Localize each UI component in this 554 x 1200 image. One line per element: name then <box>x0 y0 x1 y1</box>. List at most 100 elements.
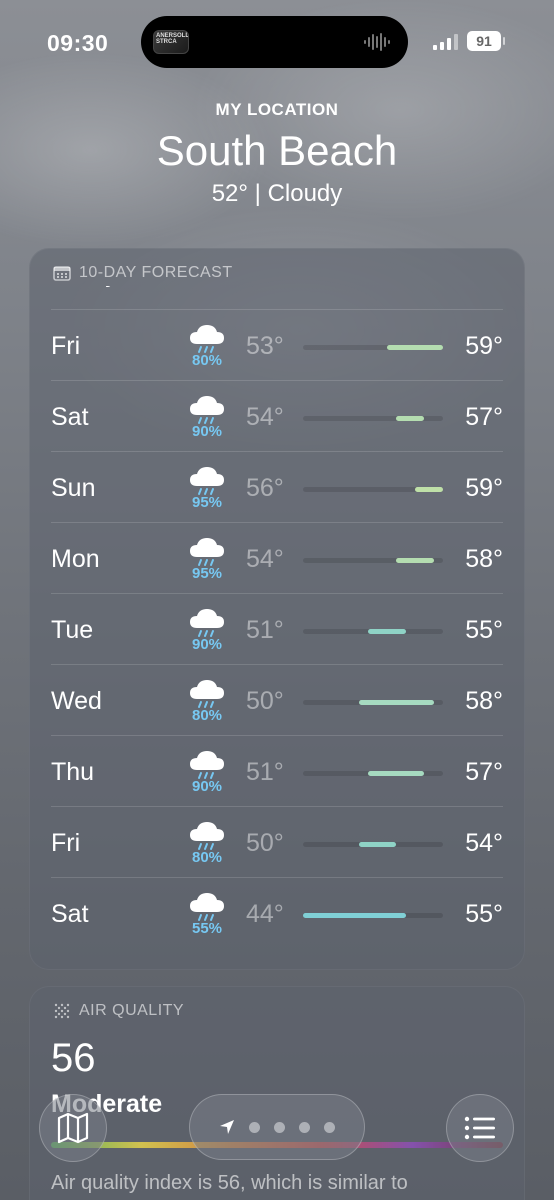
location-arrow-icon[interactable] <box>219 1119 235 1135</box>
temperature-range-track <box>303 345 443 350</box>
forecast-day: Tue <box>51 616 94 644</box>
locations-list-button[interactable] <box>446 1094 514 1162</box>
forecast-high: 57° <box>465 403 503 431</box>
rain-cloud-icon <box>190 467 224 495</box>
forecast-day: Mon <box>51 545 100 573</box>
air-quality-value: 56 <box>51 1036 96 1080</box>
temperature-range-bar <box>359 700 434 705</box>
forecast-day: Thu <box>51 758 95 786</box>
forecast-condition: 80% <box>186 817 228 866</box>
forecast-row[interactable]: Mon 95% 54° 58° <box>51 522 503 593</box>
rain-cloud-icon <box>190 325 224 353</box>
temperature-range-track <box>303 558 443 563</box>
list-icon <box>464 1116 495 1140</box>
forecast-condition: 90% <box>186 746 228 795</box>
precipitation-chance: 80% <box>191 849 223 866</box>
temperature-range-bar <box>359 842 397 847</box>
forecast-row[interactable]: Today 50° 57° <box>51 286 503 309</box>
page-dot[interactable] <box>324 1121 335 1133</box>
forecast-low: 54° <box>246 545 284 573</box>
forecast-condition: 90% <box>186 391 228 440</box>
forecast-high: 55° <box>465 616 503 644</box>
forecast-list[interactable]: Today 50° 57° Fri 80% 53° 59° Sat 90% 54° 57° Sun 95… <box>29 286 525 970</box>
current-conditions: 52° | Cloudy <box>211 180 343 207</box>
forecast-condition: 80% <box>186 320 228 369</box>
dynamic-island[interactable]: ANERSOLD STRCA <box>141 16 408 68</box>
air-quality-header: AIR QUALITY <box>53 1002 184 1020</box>
rain-cloud-icon <box>190 538 224 566</box>
forecast-condition: 80% <box>186 675 228 724</box>
forecast-high: 58° <box>465 687 503 715</box>
forecast-row[interactable]: Sat 55% 44° 55° <box>51 877 503 948</box>
temperature-range-bar <box>368 771 425 776</box>
air-quality-title: AIR QUALITY <box>79 1002 185 1019</box>
forecast-condition: 90% <box>186 604 228 653</box>
temperature-range-bar <box>415 487 443 492</box>
forecast-high: 58° <box>465 545 503 573</box>
audio-waveform-icon <box>364 33 390 51</box>
precipitation-chance: 90% <box>191 778 223 795</box>
precipitation-chance: 95% <box>191 494 223 511</box>
artwork-text: ANERSOLD STRCA <box>156 33 189 45</box>
forecast-day: Sat <box>51 900 89 928</box>
forecast-day: Sat <box>51 403 89 431</box>
forecast-row[interactable]: Fri 80% 53° 59° <box>51 309 503 380</box>
rain-cloud-icon <box>190 751 224 779</box>
page-dot[interactable] <box>274 1121 285 1133</box>
map-button[interactable] <box>39 1094 107 1162</box>
forecast-low: 56° <box>246 474 284 502</box>
forecast-high: 54° <box>465 829 503 857</box>
forecast-low: 53° <box>246 332 284 360</box>
forecast-high: 59° <box>465 474 503 502</box>
forecast-high: 57° <box>465 758 503 786</box>
forecast-row[interactable]: Sun 95% 56° 59° <box>51 451 503 522</box>
forecast-high: 55° <box>465 900 503 928</box>
temperature-range-bar <box>303 913 406 918</box>
forecast-day: Fri <box>51 332 81 360</box>
temperature-range-track <box>303 487 443 492</box>
rain-cloud-icon <box>190 680 224 708</box>
forecast-row[interactable]: Tue 90% 51° 55° <box>51 593 503 664</box>
page-dot[interactable] <box>249 1121 260 1133</box>
forecast-row[interactable]: Wed 80% 50° 58° <box>51 664 503 735</box>
forecast-row[interactable]: Sat 90% 54° 57° <box>51 380 503 451</box>
precipitation-chance: 90% <box>191 636 223 653</box>
precipitation-chance: 95% <box>191 565 223 582</box>
temperature-range-bar <box>368 629 406 634</box>
temperature-range-track <box>303 771 443 776</box>
forecast-card-title: 10-DAY FORECAST <box>79 264 233 281</box>
forecast-day: Fri <box>51 829 81 857</box>
air-quality-card[interactable]: AIR QUALITY 56 Moderate Air quality inde… <box>29 986 525 1200</box>
forecast-condition: 95% <box>186 462 228 511</box>
forecast-card-header: 10-DAY FORECAST <box>53 264 233 282</box>
location-page-indicator[interactable] <box>189 1094 365 1160</box>
battery-indicator: 91 <box>467 31 505 51</box>
forecast-day: Wed <box>51 687 102 715</box>
forecast-low: 51° <box>246 616 284 644</box>
forecast-row[interactable]: Thu 90% 51° 57° <box>51 735 503 806</box>
rain-cloud-icon <box>190 609 224 637</box>
map-icon <box>57 1112 89 1144</box>
forecast-low: 50° <box>246 286 284 289</box>
forecast-condition: 55% <box>186 888 228 937</box>
precipitation-chance: 80% <box>191 707 223 724</box>
temperature-range-track <box>303 842 443 847</box>
forecast-low: 50° <box>246 687 284 715</box>
air-quality-description: Air quality index is 56, which is simila… <box>51 1172 408 1194</box>
temperature-range-track <box>303 416 443 421</box>
cellular-signal-icon <box>433 34 458 50</box>
calendar-icon <box>53 266 71 281</box>
temperature-range-bar <box>396 416 425 421</box>
now-playing-artwork[interactable]: ANERSOLD STRCA <box>153 30 189 54</box>
page-dot[interactable] <box>299 1121 310 1133</box>
rain-cloud-icon <box>190 396 224 424</box>
temperature-range-track <box>303 629 443 634</box>
temperature-range-track <box>303 913 443 918</box>
forecast-low: 51° <box>246 758 284 786</box>
ten-day-forecast-card[interactable]: 10-DAY FORECAST Today50°57° Fri 80% 53° 59° S… <box>29 248 525 970</box>
forecast-low: 54° <box>246 403 284 431</box>
temperature-range-bar <box>387 345 443 350</box>
precipitation-chance: 80% <box>191 352 223 369</box>
forecast-row[interactable]: Fri 80% 50° 54° <box>51 806 503 877</box>
forecast-low: 44° <box>246 900 284 928</box>
